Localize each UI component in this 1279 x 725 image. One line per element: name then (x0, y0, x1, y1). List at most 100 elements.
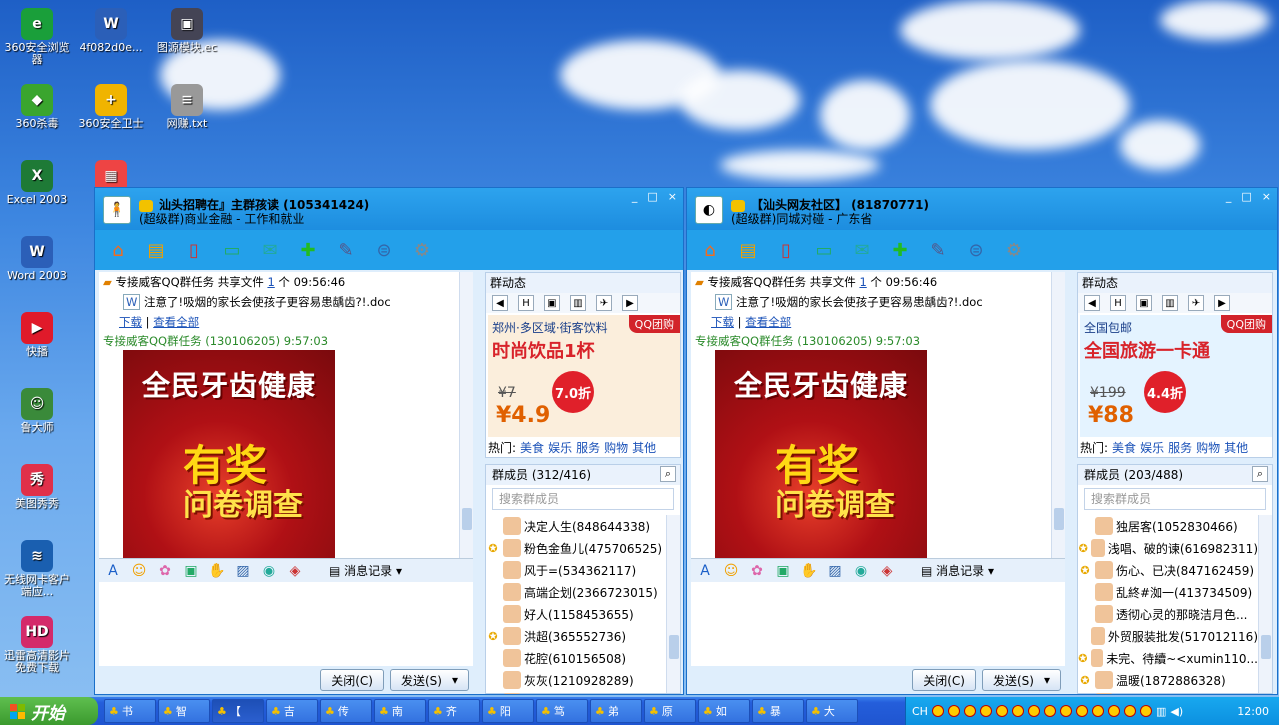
more-icon[interactable]: ◈ (285, 562, 305, 580)
qq-penguin-icon[interactable] (979, 705, 992, 717)
volume-icon[interactable]: ◀) (1170, 705, 1183, 718)
qq-penguin-icon[interactable] (1123, 705, 1136, 717)
member-row[interactable]: ✪ 温暖(1872886328) (1078, 669, 1258, 691)
hot-link[interactable]: 其他 (1224, 441, 1248, 455)
survey-poster-image[interactable]: 全民牙齿健康 有奖 问卷调查 (123, 350, 335, 558)
desktop-icon[interactable]: ≡ 网赚.txt (150, 84, 224, 130)
desktop-icon[interactable]: ◆ 360杀毒 (0, 84, 74, 130)
mail-icon[interactable]: ✉ (845, 235, 879, 265)
survey-poster-image[interactable]: 全民牙齿健康 有奖 问卷调查 (715, 350, 927, 558)
member-row[interactable]: 灰灰(1210928289) (486, 669, 666, 691)
emoji-icon[interactable]: ☺ (721, 562, 741, 580)
member-row[interactable]: 好人(1158453655) (486, 603, 666, 625)
desktop-icon[interactable]: e 360安全浏览器 (0, 8, 74, 66)
plane-icon[interactable]: ✈ (1188, 295, 1204, 311)
doodle-icon[interactable]: ✿ (155, 562, 175, 580)
member-row[interactable]: 外贸服装批发(517012116) (1078, 625, 1258, 647)
download-link[interactable]: 下载 (119, 315, 142, 329)
message-input[interactable] (691, 582, 1065, 666)
member-row[interactable]: 我好寂寞(952944782) (1078, 691, 1258, 694)
minimize-button[interactable]: _ (1226, 190, 1232, 203)
hot-link[interactable]: 美食 (520, 441, 544, 455)
member-row[interactable]: 风于=(534362117) (486, 559, 666, 581)
board-icon[interactable]: ▭ (215, 235, 249, 265)
taskbar-button[interactable]: ♣ 原 (644, 699, 696, 723)
taskbar-button[interactable]: ♣ 传 (320, 699, 372, 723)
hot-link[interactable]: 服务 (576, 441, 600, 455)
hot-link[interactable]: 娱乐 (548, 441, 572, 455)
taskbar-button[interactable]: ♣ 齐 (428, 699, 480, 723)
qq-penguin-icon[interactable] (1075, 705, 1088, 717)
member-row[interactable]: 独居客(1052830466) (1078, 515, 1258, 537)
taskbar-button[interactable]: ♣ 南 (374, 699, 426, 723)
h-icon[interactable]: H (518, 295, 534, 311)
window-titlebar[interactable]: ◐ 【汕头网友社区】 (81870771) (超级群)同城对碰 - 广东省 _ … (687, 188, 1277, 230)
taskbar-button[interactable]: ♣ 阳 (482, 699, 534, 723)
qq-penguin-icon[interactable] (1139, 705, 1152, 717)
qq-penguin-icon[interactable] (1059, 705, 1072, 717)
close-window-button[interactable]: × (1262, 190, 1271, 203)
board-icon[interactable]: ▭ (807, 235, 841, 265)
member-search-input[interactable]: 搜索群成员 (492, 488, 674, 510)
group-tab-icon[interactable]: ▣ (1136, 295, 1152, 311)
member-row[interactable]: 透彻心灵的那晓洁月色... (1078, 603, 1258, 625)
font-icon[interactable]: A (103, 562, 123, 580)
member-row[interactable]: ✪ 未完、待續~<xumin110... (1078, 647, 1258, 669)
send-options-icon[interactable]: ▾ (1044, 673, 1050, 687)
add-icon[interactable]: ✚ (291, 235, 325, 265)
network-icon[interactable]: ▥ (1156, 705, 1166, 718)
member-row[interactable]: 高端企划(2366723015) (486, 581, 666, 603)
taskbar-button[interactable]: ♣ 笃 (536, 699, 588, 723)
share-count-link[interactable]: 1 (267, 275, 274, 289)
tools-icon[interactable]: ✎ (921, 235, 955, 265)
clock[interactable]: 12:00 (1237, 705, 1279, 718)
mail-icon[interactable]: ✉ (253, 235, 287, 265)
next-icon[interactable]: ▶ (1214, 295, 1230, 311)
share-icon[interactable]: ⊜ (959, 235, 993, 265)
desktop-icon[interactable]: 秀美图秀秀 (0, 464, 74, 510)
share-icon[interactable]: ⊜ (367, 235, 401, 265)
member-row[interactable]: ✪ 洪超(365552736) (486, 625, 666, 647)
add-icon[interactable]: ✚ (883, 235, 917, 265)
close-window-button[interactable]: × (668, 190, 677, 203)
member-search-input[interactable]: 搜索群成员 (1084, 488, 1266, 510)
desktop-icon[interactable]: X Excel 2003 (0, 160, 74, 206)
screenshot-icon[interactable]: ▨ (233, 562, 253, 580)
chat-scrollbar[interactable] (1051, 272, 1065, 558)
taskbar-button[interactable]: ♣ 暴 (752, 699, 804, 723)
screenshot-icon[interactable]: ▨ (825, 562, 845, 580)
tools-icon[interactable]: ✎ (329, 235, 363, 265)
maximize-button[interactable]: □ (647, 190, 657, 203)
message-record-button[interactable]: ▤ 消息记录 ▾ (921, 562, 994, 579)
send-options-icon[interactable]: ▾ (452, 673, 458, 687)
desktop-icon[interactable]: W 4f082d0e... (74, 8, 148, 54)
message-record-button[interactable]: ▤ 消息记录 ▾ (329, 562, 402, 579)
hot-link[interactable]: 美食 (1112, 441, 1136, 455)
window-titlebar[interactable]: 🧍 汕头招聘在』主群孩读 (105341424) (超级群)商业金融 - 工作和… (95, 188, 683, 230)
plane-icon[interactable]: ✈ (596, 295, 612, 311)
desktop-icon[interactable]: ▶ 快播 (0, 312, 74, 358)
taskbar-button[interactable]: ♣ 大 (806, 699, 858, 723)
member-row[interactable]: ✪回旋(4734399) (486, 691, 666, 694)
member-row[interactable]: ✪ 伤心、已决(847162459) (1078, 559, 1258, 581)
member-scrollbar[interactable] (666, 515, 680, 693)
taskbar-button[interactable]: ♣ 如 (698, 699, 750, 723)
hot-link[interactable]: 服务 (1168, 441, 1192, 455)
taskbar-button[interactable]: ♣ 【 (212, 699, 264, 723)
search-icon[interactable]: ⌕ (660, 466, 676, 482)
close-button[interactable]: 关闭(C) (320, 669, 384, 691)
desktop-icon[interactable]: ▣ 图源模块.ec (150, 8, 224, 54)
album-icon[interactable]: ▥ (1162, 295, 1178, 311)
group-buy-ad[interactable]: QQ团购 全国包邮 全国旅游一卡通 ¥199 ¥88 4.4折 (1080, 315, 1272, 437)
emoji-icon[interactable]: ☺ (129, 562, 149, 580)
language-indicator[interactable]: CH (912, 705, 928, 718)
home-icon[interactable]: ⌂ (693, 235, 727, 265)
qq-penguin-icon[interactable] (995, 705, 1008, 717)
download-link[interactable]: 下载 (711, 315, 734, 329)
home-icon[interactable]: ⌂ (101, 235, 135, 265)
h-icon[interactable]: H (1110, 295, 1126, 311)
qq-penguin-icon[interactable] (947, 705, 960, 717)
member-row[interactable]: 花腔(610156508) (486, 647, 666, 669)
desktop-icon[interactable]: ☺ 鲁大师 (0, 388, 74, 434)
qq-penguin-icon[interactable] (1011, 705, 1024, 717)
